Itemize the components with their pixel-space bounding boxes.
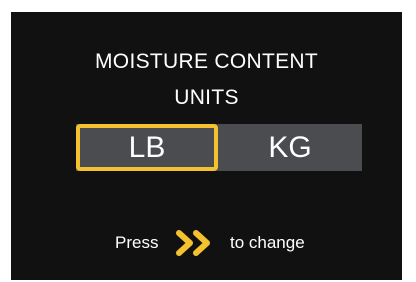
hint-prefix: Press — [115, 233, 159, 252]
hint-suffix: to change — [230, 233, 305, 252]
units-toggle[interactable]: LB KG — [76, 124, 362, 171]
screen-title-line2: UNITS — [174, 86, 239, 109]
unit-option-kg[interactable]: KG — [218, 124, 362, 171]
unit-settings-screen: MOISTURE CONTENT UNITS LB KG Press to ch… — [11, 12, 402, 280]
screen-title-line1: MOISTURE CONTENT — [95, 50, 318, 73]
double-chevron-right-icon — [174, 228, 216, 258]
change-hint: Press to change — [11, 228, 402, 258]
unit-option-lb[interactable]: LB — [76, 124, 218, 171]
